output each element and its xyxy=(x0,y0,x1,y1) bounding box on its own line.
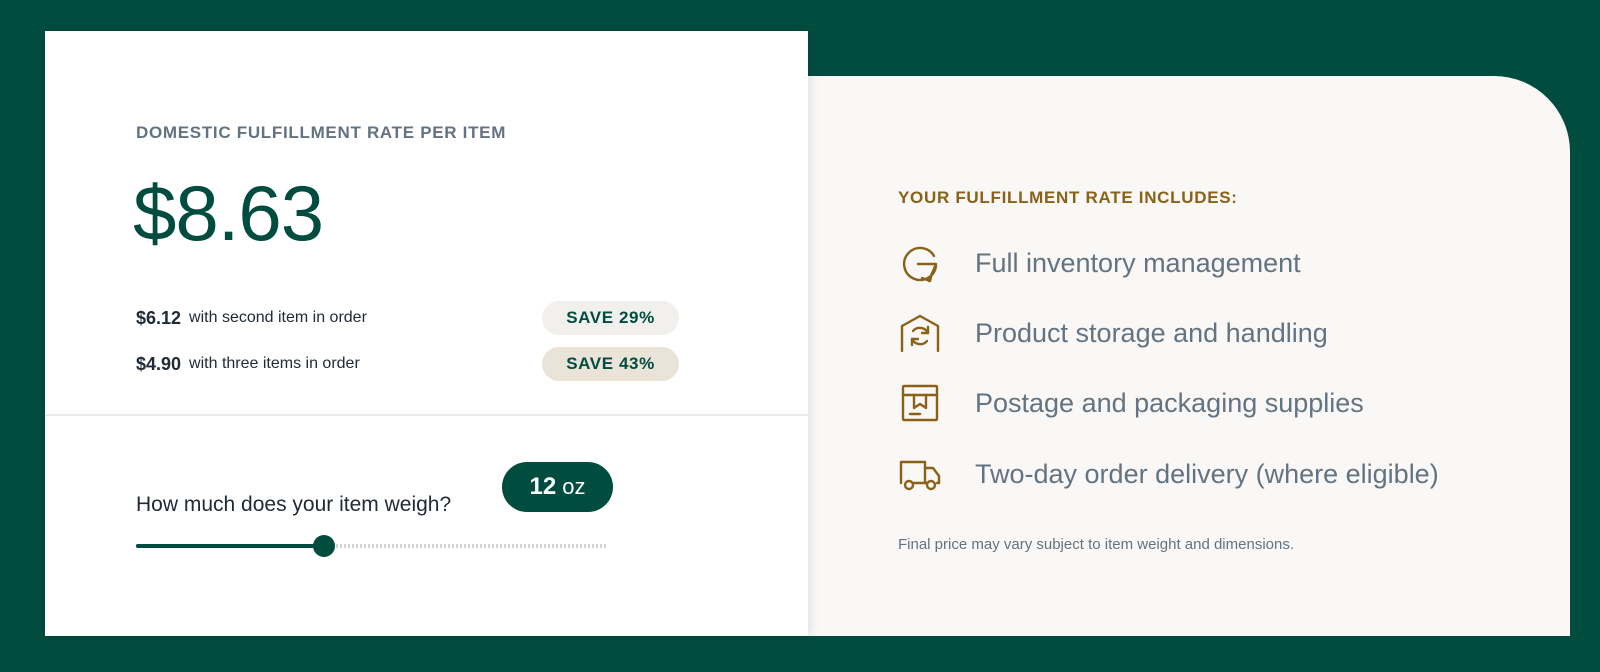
tier-price: $4.90 xyxy=(136,353,182,374)
includes-heading: YOUR FULFILLMENT RATE INCLUDES: xyxy=(898,188,1238,207)
tier-row-three-items: $4.90 with three items in order SAVE 43% xyxy=(136,347,679,381)
fine-print: Final price may vary subject to item wei… xyxy=(898,536,1295,553)
weight-value: 12 xyxy=(529,473,557,500)
feature-label: Postage and packaging supplies xyxy=(975,387,1364,418)
tier-description: with three items in order xyxy=(189,355,360,372)
warehouse-icon xyxy=(898,311,942,355)
weight-question: How much does your item weigh? xyxy=(136,493,452,516)
save-badge: SAVE 43% xyxy=(542,347,679,381)
save-badge: SAVE 29% xyxy=(542,301,679,335)
tier-row-second-item: $6.12 with second item in order SAVE 29% xyxy=(136,301,679,335)
section-divider xyxy=(45,414,808,416)
weight-unit: oz xyxy=(562,474,586,499)
rate-heading: DOMESTIC FULFILLMENT RATE PER ITEM xyxy=(136,123,507,142)
rate-calculator-card: DOMESTIC FULFILLMENT RATE PER ITEM $8.63… xyxy=(45,31,808,636)
feature-inventory-management: Full inventory management xyxy=(898,238,1301,288)
rate-summary: DOMESTIC FULFILLMENT RATE PER ITEM $8.63… xyxy=(45,31,808,414)
feature-label: Product storage and handling xyxy=(975,317,1328,348)
tier-description: with second item in order xyxy=(189,309,367,326)
inventory-refresh-icon xyxy=(898,241,942,285)
feature-label: Full inventory management xyxy=(975,247,1301,278)
feature-two-day-delivery: Two-day order delivery (where eligible) xyxy=(898,449,1439,499)
tier-price: $6.12 xyxy=(136,307,182,328)
weight-slider[interactable] xyxy=(136,535,606,557)
feature-label: Two-day order delivery (where eligible) xyxy=(975,458,1439,489)
package-box-icon xyxy=(898,381,942,425)
feature-storage-handling: Product storage and handling xyxy=(898,308,1328,358)
slider-fill xyxy=(136,544,324,548)
feature-postage-packaging: Postage and packaging supplies xyxy=(898,378,1364,428)
rate-price: $8.63 xyxy=(133,169,324,257)
slider-thumb[interactable] xyxy=(313,535,335,557)
weight-value-badge: 12 oz xyxy=(502,462,613,512)
delivery-truck-icon xyxy=(898,452,942,496)
